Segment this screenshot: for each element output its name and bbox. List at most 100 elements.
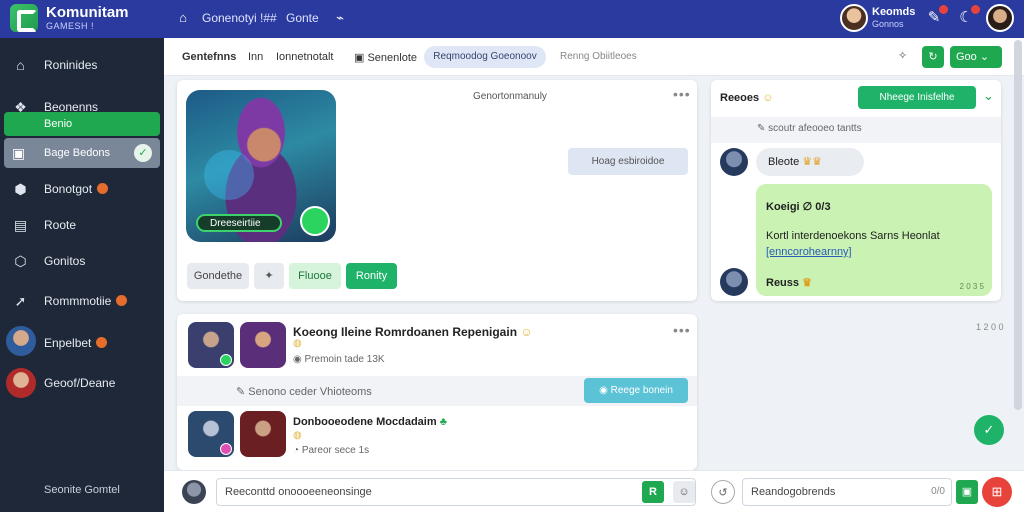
message-input-right[interactable]: Reandogobrends 0/0: [742, 478, 952, 506]
sidebar-item-label: Bonotgot: [44, 182, 109, 196]
game-cover-art[interactable]: Dreeseirtiie: [186, 90, 336, 242]
attach-image-button[interactable]: ▣: [956, 480, 978, 504]
feed-title: Koeong Ileine Romrdoanen Repenigain ☺: [293, 325, 533, 339]
cube-icon: ⬢: [14, 181, 27, 197]
coin-icon: ◉: [599, 385, 611, 396]
game-thumb[interactable]: [240, 322, 286, 368]
top-bar: Komunitam GAMESH ! ⌂ Gonenotyi !## Gonte…: [0, 0, 1024, 38]
user-name: Keomds: [872, 6, 916, 18]
feed-action-button[interactable]: ◉ Reege bonein: [584, 378, 688, 403]
coin-icon: ◉: [293, 354, 305, 365]
game-controller-button[interactable]: ⊞: [982, 477, 1012, 507]
window-icon: ▤: [13, 217, 28, 233]
gondethe-button[interactable]: Gondethe: [187, 263, 249, 289]
crown-icon: ♛: [802, 277, 812, 289]
goo-dropdown-button[interactable]: Goo ⌄: [950, 46, 1002, 68]
image-icon: ▣: [12, 145, 26, 161]
user-avatar[interactable]: [840, 4, 868, 32]
tab-inn[interactable]: Inn: [248, 51, 263, 63]
signal-icon[interactable]: ⌁: [332, 10, 348, 26]
game-thumb[interactable]: [240, 411, 286, 457]
tab-renng[interactable]: Renng Obiitleoes: [560, 51, 637, 62]
chat-avatar[interactable]: [720, 268, 748, 296]
nav-item-notify[interactable]: Gonenotyi !##: [202, 11, 277, 25]
profile-avatar[interactable]: [986, 4, 1014, 32]
coin-icon: ◍: [293, 430, 302, 441]
image-icon: ▣: [354, 52, 368, 64]
home-icon[interactable]: ⌂: [175, 10, 191, 26]
chat-avatar[interactable]: [720, 148, 748, 176]
sidebar-item-home[interactable]: ⌂ Roninides: [0, 50, 164, 80]
hexagon-icon: ⬡: [14, 253, 27, 269]
card-header: Genortonmanuly: [473, 91, 547, 102]
sidebar-item-friend-2[interactable]: Geoof/Deane: [0, 368, 164, 398]
more-icon[interactable]: •••: [673, 86, 691, 102]
feed-meta: ◉ Premoin tade 13K: [293, 354, 385, 365]
chat-title: Reeoes ☺: [720, 92, 774, 104]
sidebar-item-highlight[interactable]: Benio: [4, 112, 160, 136]
edit-icon: ✎: [757, 123, 769, 134]
crown-icon: ♛♛: [802, 156, 822, 168]
check-icon: ✓: [134, 144, 152, 162]
sidebar-item-label: Benio: [44, 118, 73, 130]
sidebar-item-community[interactable]: ➚ Rommmotiie: [0, 286, 164, 316]
wand-icon[interactable]: ✧: [898, 49, 907, 62]
nav-item-gonte[interactable]: Gonte: [286, 11, 319, 25]
coin-icon: ◍: [293, 338, 302, 349]
moon-icon[interactable]: ☾: [956, 5, 980, 28]
ronity-button[interactable]: Ronity: [346, 263, 397, 289]
more-icon[interactable]: •••: [673, 322, 691, 338]
notification-dot: [939, 5, 948, 14]
sidebar: ⌂ Roninides ❖ Beonenns Benio ▣ Bage Bedo…: [0, 38, 164, 512]
message-time: 2 0 3 5: [959, 282, 984, 291]
tab-pill-active[interactable]: Reqmoodog Goeonoov: [424, 46, 546, 68]
feed-row-label: ✎ Senono ceder Vhioteoms: [236, 386, 372, 398]
sidebar-item-friend-1[interactable]: Enpelbet: [0, 328, 164, 358]
notification-dot: [971, 5, 980, 14]
game-thumb[interactable]: [188, 411, 234, 457]
side-timestamp: 1 2 0 0: [976, 322, 1004, 332]
fluooe-button[interactable]: Fluooe: [289, 263, 341, 289]
smile-icon: ☺: [520, 325, 533, 339]
chat-header-button[interactable]: Nheege Inisfelhe: [858, 86, 976, 109]
game-thumb[interactable]: [188, 322, 234, 368]
tag-chip[interactable]: Hoag esbiroidoe: [568, 148, 688, 175]
refresh-button[interactable]: ↻: [922, 46, 944, 68]
status-indicator: [220, 443, 232, 455]
sidebar-item-gonitos[interactable]: ⬡ Gonitos: [0, 246, 164, 276]
messages-icon[interactable]: ✎: [924, 5, 948, 28]
scrollbar[interactable]: [1014, 40, 1022, 410]
sidebar-item-label: Geoof/Deane: [44, 376, 116, 390]
pin-icon[interactable]: ✦: [254, 263, 284, 289]
sub-header: Gentefnns Inn Ionnetnotalt ▣ Senenlote R…: [164, 38, 1024, 76]
sidebar-item-label: Roninides: [44, 58, 98, 72]
sidebar-item-active[interactable]: ▣ Bage Bedons ✓: [4, 138, 160, 168]
message-input-left[interactable]: Reeconttd onoooeeneonsinge: [216, 478, 696, 506]
smile-icon: ☺: [762, 92, 774, 104]
sidebar-item-label: Rommmotiie: [44, 294, 128, 308]
tab-senenlote[interactable]: ▣ Senenlote: [354, 51, 417, 64]
message-link[interactable]: [enncorohearnny]: [766, 246, 852, 258]
edit-icon: ✎: [236, 386, 249, 398]
message-line-2: Kortl interdenoekons Sarns Heonlat: [766, 230, 940, 242]
composer-avatar[interactable]: [182, 480, 206, 504]
home-icon: ⌂: [16, 57, 25, 73]
chevron-down-icon[interactable]: ⌄: [983, 88, 994, 104]
tab-gentefnns[interactable]: Gentefnns: [182, 51, 236, 63]
sidebar-footer[interactable]: Seonite Gomtel: [44, 484, 120, 496]
sidebar-item-roote[interactable]: ▤ Roote: [0, 210, 164, 240]
sidebar-item-label: Gonitos: [44, 254, 86, 268]
refresh-icon[interactable]: ↺: [711, 480, 735, 504]
rocket-icon: ➚: [14, 293, 27, 309]
clock-icon: ◔: [293, 445, 302, 456]
sidebar-item-bonotgot[interactable]: ⬢ Bonotgot: [0, 174, 164, 204]
confirm-check-button[interactable]: ✓: [974, 415, 1004, 445]
brand-subtitle: GAMESH !: [46, 21, 95, 31]
count-badge: [97, 183, 109, 194]
app-logo[interactable]: [10, 4, 38, 32]
gem-icon: [300, 206, 330, 236]
emoji-icon[interactable]: ☺: [673, 481, 695, 503]
char-count: 0/0: [931, 486, 945, 497]
tab-ionnetnotalt[interactable]: Ionnetnotalt: [276, 51, 334, 63]
format-button[interactable]: R: [642, 481, 664, 503]
